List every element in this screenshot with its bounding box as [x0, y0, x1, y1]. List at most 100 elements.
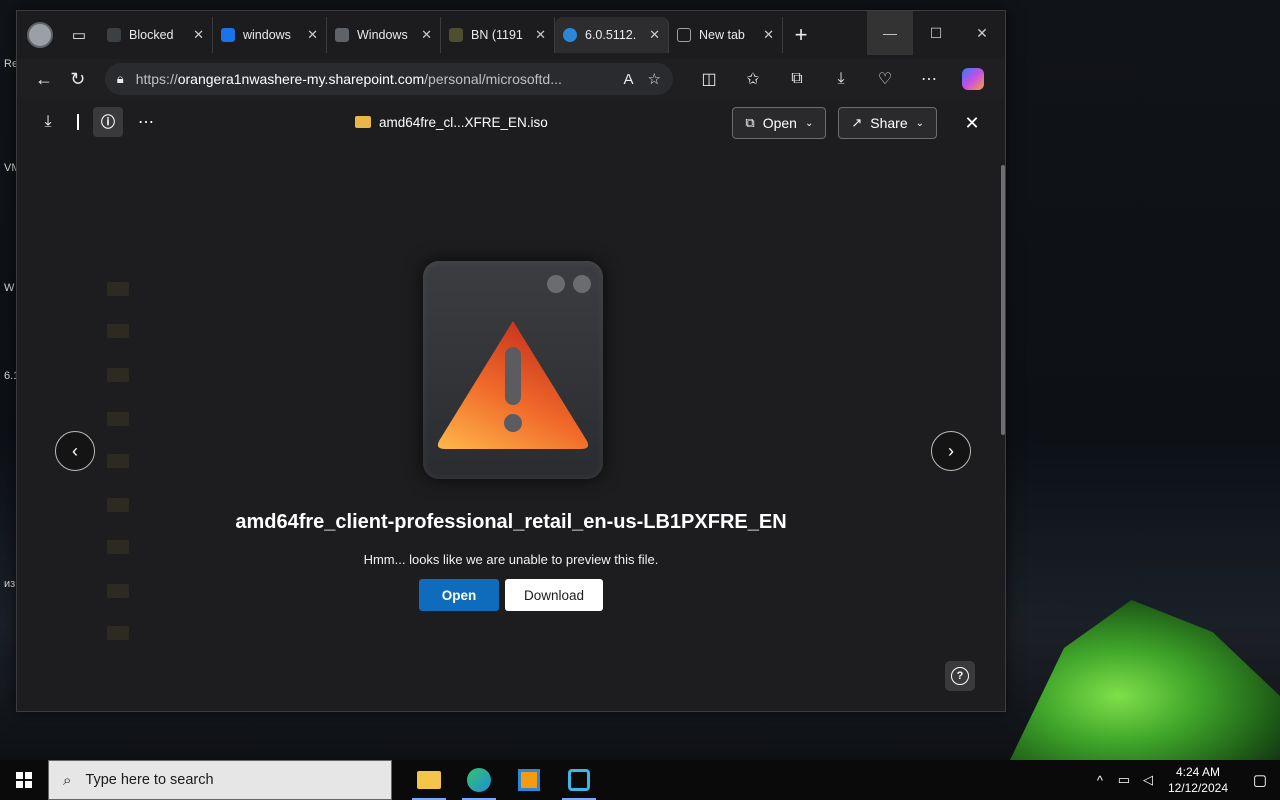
tab-actions-icon[interactable]: ▭ — [65, 21, 93, 49]
tab-favicon-icon — [107, 28, 121, 42]
windows-logo-icon — [16, 772, 32, 788]
browser-window: ▭ Blocked ✕ windows ✕ Windows ✕ BN (1191… — [16, 10, 1006, 712]
window-controls: — ☐ ✕ — [867, 11, 1005, 55]
archive-file-icon — [355, 116, 371, 128]
newtab-favicon-icon — [677, 28, 691, 42]
system-tray: ^ ▭ ◁ 4:24 AM 12/12/2024 ▢ — [1088, 760, 1280, 800]
app-window-icon[interactable] — [504, 760, 554, 800]
viewer-close-icon[interactable]: ✕ — [957, 113, 987, 134]
tab-label: 6.0.5112. — [585, 28, 637, 42]
download-arrow-icon[interactable]: ⤓ — [33, 107, 63, 137]
preview-actions: Open Download — [17, 579, 1005, 611]
downloads-icon[interactable]: ⤓ — [819, 62, 863, 96]
close-icon[interactable]: ✕ — [307, 27, 318, 43]
tab-windows[interactable]: Windows ✕ — [327, 17, 441, 53]
share-dropdown-button[interactable]: ↗ Share ⌄ — [838, 107, 937, 139]
toolbar-icons: ◫ ✩ ⧉ ⤓ ♡ ⋯ — [687, 62, 995, 96]
open-dropdown-button[interactable]: ⧉ Open ⌄ — [732, 107, 827, 139]
help-button[interactable]: ? — [945, 661, 975, 691]
tab-new-tab[interactable]: New tab ✕ — [669, 17, 783, 53]
lock-icon: 🔒︎ — [116, 71, 124, 86]
collections-icon[interactable]: ⧉ — [775, 62, 819, 96]
close-icon[interactable]: ✕ — [193, 27, 204, 43]
app-tool-icon[interactable] — [554, 760, 604, 800]
notification-icon[interactable]: ▢ — [1240, 771, 1280, 789]
volume-muted-icon[interactable]: ◁ — [1136, 772, 1160, 788]
close-icon[interactable]: ✕ — [535, 27, 546, 43]
open-label: Open — [762, 115, 797, 131]
page-content: ⤓ ⓘ ⋯ amd64fre_cl...XFRE_EN.iso ⧉ Open ⌄… — [17, 99, 1005, 711]
url-field[interactable]: 🔒︎ https://orangera1nwashere-my.sharepoi… — [104, 63, 673, 95]
clock-date: 12/12/2024 — [1167, 781, 1228, 795]
tab-onedrive-active[interactable]: 6.0.5112. ✕ — [555, 17, 669, 53]
clock[interactable]: 4:24 AM 12/12/2024 — [1168, 764, 1228, 796]
edge-browser-icon[interactable] — [454, 760, 504, 800]
warning-illustration — [423, 261, 603, 479]
scrollbar[interactable] — [1001, 165, 1005, 435]
next-file-chevron-right-icon[interactable]: › — [931, 431, 971, 471]
tab-label: BN (1191 — [471, 28, 523, 42]
taskbar-apps — [404, 760, 604, 800]
file-short-name: amd64fre_cl...XFRE_EN.iso — [379, 114, 548, 130]
favorite-star-icon[interactable]: ☆ — [648, 70, 661, 88]
address-bar-row: ← ↻ 🔒︎ https://orangera1nwashere-my.shar… — [17, 59, 1005, 99]
more-menu-icon[interactable]: ⋯ — [907, 62, 951, 96]
search-placeholder: Type here to search — [85, 772, 214, 788]
split-screen-icon[interactable]: ◫ — [687, 62, 731, 96]
download-button[interactable]: Download — [505, 579, 603, 611]
previous-file-chevron-left-icon[interactable]: ‹ — [55, 431, 95, 471]
preview-error-message: Hmm... looks like we are unable to previ… — [363, 552, 659, 567]
close-icon[interactable]: ✕ — [763, 27, 774, 43]
browser-essentials-icon[interactable]: ♡ — [863, 62, 907, 96]
tab-label: Blocked — [129, 28, 174, 42]
favorites-icon[interactable]: ✩ — [731, 62, 775, 96]
chevron-down-icon: ⌄ — [804, 117, 814, 129]
url-text: https://orangera1nwashere-my.sharepoint.… — [135, 71, 562, 87]
profile-avatar[interactable] — [27, 22, 53, 48]
warning-triangle-icon — [437, 321, 589, 449]
start-button[interactable] — [0, 760, 48, 800]
chevron-up-icon[interactable]: ^ — [1088, 773, 1112, 788]
tab-favicon-icon — [449, 28, 463, 42]
network-icon[interactable]: ▭ — [1112, 772, 1136, 788]
file-explorer-icon[interactable] — [404, 760, 454, 800]
copilot-icon[interactable] — [951, 62, 995, 96]
question-mark-icon: ? — [951, 667, 969, 685]
back-arrow-icon[interactable]: ← — [27, 62, 61, 96]
chevron-down-icon: ⌄ — [915, 117, 924, 129]
minimize-icon[interactable]: — — [867, 11, 913, 55]
viewer-actions: ⧉ Open ⌄ ↗ Share ⌄ ✕ — [720, 107, 987, 139]
tab-bn[interactable]: BN (1191 ✕ — [441, 17, 555, 53]
new-tab-plus-icon[interactable]: + — [783, 17, 819, 53]
more-options-icon[interactable]: ⋯ — [131, 107, 161, 137]
tab-label: New tab — [699, 28, 745, 42]
share-label: Share — [870, 115, 908, 131]
tab-label: Windows — [357, 28, 408, 42]
tab-blocked[interactable]: Blocked ✕ — [99, 17, 213, 53]
share-icon: ↗ — [851, 115, 863, 130]
tab-strip: ▭ Blocked ✕ windows ✕ Windows ✕ BN (1191… — [17, 11, 1005, 59]
clock-time: 4:24 AM — [1175, 765, 1220, 779]
close-icon[interactable]: ✕ — [421, 27, 432, 43]
trash-favicon-icon — [335, 28, 349, 42]
desktop-text-fragment: из — [4, 578, 16, 590]
window-close-icon[interactable]: ✕ — [959, 11, 1005, 55]
taskbar: ⌕ Type here to search ^ ▭ ◁ 4:24 AM 12/1… — [0, 760, 1280, 800]
open-button[interactable]: Open — [419, 579, 499, 611]
viewer-toolbar: ⤓ ⓘ ⋯ amd64fre_cl...XFRE_EN.iso ⧉ Open ⌄… — [17, 99, 1005, 145]
maximize-icon[interactable]: ☐ — [913, 11, 959, 55]
open-external-icon: ⧉ — [745, 115, 755, 130]
close-icon[interactable]: ✕ — [649, 27, 660, 43]
search-icon: ⌕ — [63, 771, 72, 789]
onedrive-cloud-icon — [563, 28, 577, 42]
refresh-icon[interactable]: ↻ — [61, 62, 95, 96]
info-icon[interactable]: ⓘ — [93, 107, 123, 137]
desktop-text-fragment: W — [4, 282, 15, 294]
tab-windows-search[interactable]: windows ✕ — [213, 17, 327, 53]
taskbar-search-box[interactable]: ⌕ Type here to search — [48, 760, 392, 800]
search-favicon-icon — [221, 28, 235, 42]
tab-label: windows — [243, 28, 291, 42]
read-aloud-icon[interactable]: A — [624, 71, 634, 88]
viewer-file-title: amd64fre_cl...XFRE_EN.iso — [355, 99, 548, 145]
file-name-heading: amd64fre_client-professional_retail_en-u… — [235, 511, 787, 533]
